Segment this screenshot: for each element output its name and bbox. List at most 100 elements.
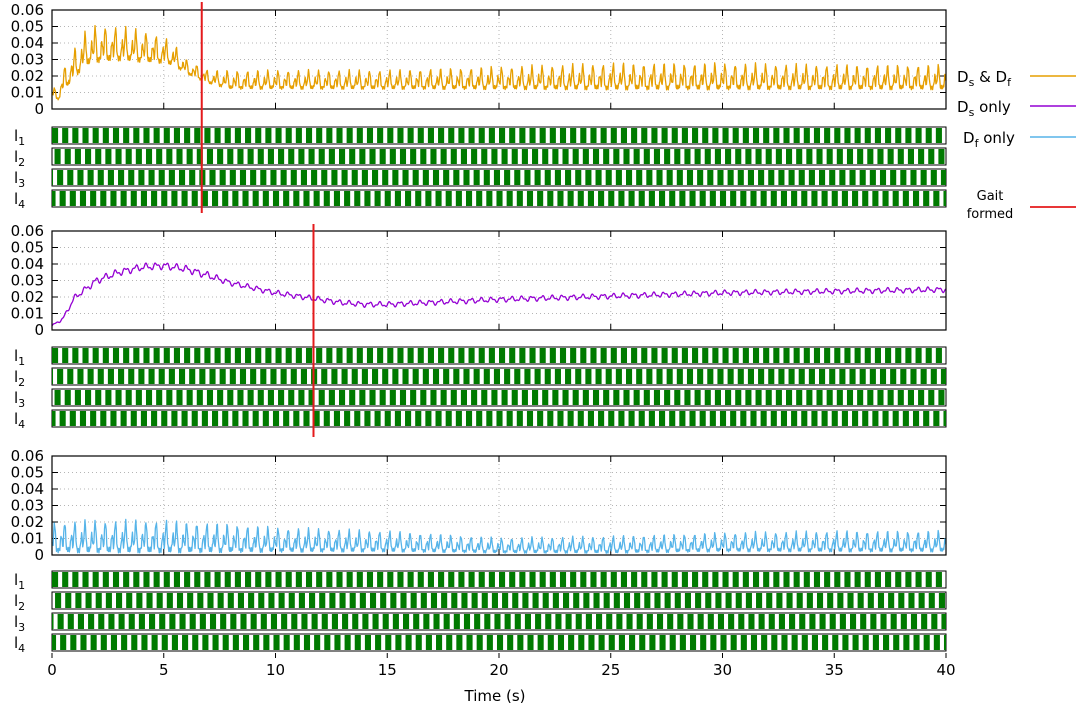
gait-stance-block — [227, 149, 234, 164]
gait-stance-block — [468, 128, 475, 143]
gait-stance-block — [709, 191, 716, 206]
gait-stance-block — [756, 593, 763, 608]
gait-stance-block — [361, 170, 368, 185]
gait-stance-block — [100, 191, 107, 206]
gait-stance-block — [631, 348, 638, 363]
gait-stance-block — [773, 128, 780, 143]
gait-stance-block — [239, 369, 247, 384]
gait-stance-block — [854, 128, 861, 143]
gait-stance-block — [854, 348, 861, 363]
gait-stance-block — [105, 149, 112, 164]
gait-stance-block — [493, 369, 501, 384]
gait-stance-block — [780, 411, 788, 426]
gait-stance-block — [323, 191, 330, 206]
gait-stance-block — [420, 149, 427, 164]
gait-stance-block — [514, 614, 521, 629]
gait-stance-block — [372, 614, 379, 629]
gait-stance-block — [153, 348, 160, 363]
gait-stance-block — [313, 191, 320, 206]
gait-stance-block — [229, 170, 236, 185]
gait-stance-block — [486, 191, 493, 206]
gait-stance-block — [432, 369, 440, 384]
gait-stance-block — [118, 369, 125, 384]
gait-stance-block — [554, 369, 561, 384]
gait-stance-block — [740, 191, 747, 206]
gait-stance-block — [684, 593, 692, 608]
gait-stance-block — [412, 369, 419, 384]
gait-stance-block — [62, 348, 69, 363]
gait-stance-block — [77, 369, 84, 384]
gait-stance-block — [79, 411, 87, 426]
gait-stance-block — [194, 348, 201, 363]
gait-stance-block — [636, 614, 643, 629]
gait-stance-block — [438, 348, 445, 363]
gait-stance-block — [692, 128, 699, 143]
gait-stance-block — [230, 614, 237, 629]
gait-stance-block — [882, 191, 889, 206]
gait-stance-block — [700, 635, 707, 650]
gait-stance-block — [768, 369, 775, 384]
gait-stance-block — [923, 191, 930, 206]
gait-stance-block — [544, 170, 551, 185]
gait-stance-block — [146, 593, 153, 608]
gait-stance-block — [143, 128, 150, 143]
gait-stance-block — [446, 635, 453, 650]
gait-stance-block — [732, 348, 739, 363]
gait-stance-block — [532, 149, 539, 164]
gait-stance-block — [903, 635, 910, 650]
gait-stance-block — [181, 411, 188, 426]
gait-stance-block — [206, 149, 214, 164]
gait-stance-block — [867, 149, 874, 164]
gait-stance-block — [651, 348, 658, 363]
gait-stance-block — [336, 128, 343, 143]
gait-stance-block — [173, 572, 181, 587]
gait-stance-block — [64, 390, 71, 405]
gait-stance-block — [344, 191, 351, 206]
gait-stance-block — [377, 572, 384, 587]
y-tick-label: 0.04 — [11, 480, 44, 498]
gait-stance-block — [879, 170, 887, 185]
gait-stance-block — [191, 191, 198, 206]
gait-stance-block — [768, 170, 775, 185]
gait-stance-block — [131, 635, 138, 650]
gait-stance-block — [801, 191, 808, 206]
gait-stance-block — [661, 128, 668, 143]
gait-stance-block — [717, 369, 724, 384]
gait-stance-block — [669, 191, 676, 206]
gait-stance-block — [478, 128, 485, 143]
gait-stance-block — [222, 411, 229, 426]
gait-stance-block — [514, 369, 521, 384]
gait-stance-block — [491, 149, 498, 164]
gait-stance-block — [493, 170, 501, 185]
gait-stance-block — [702, 128, 709, 143]
gait-stance-block — [476, 191, 483, 206]
gait-stance-block — [592, 149, 600, 164]
grid — [52, 230, 946, 330]
gait-stance-block — [407, 348, 414, 363]
gait-stance-block — [912, 191, 920, 206]
gait-stance-block — [504, 369, 511, 384]
gait-stance-block — [85, 593, 92, 608]
gait-stance-block — [577, 191, 584, 206]
gait-stance-block — [372, 369, 379, 384]
panel-1: 00.010.020.030.040.050.06 l1l2l3l4 — [11, 1, 947, 213]
gait-stance-block — [885, 348, 892, 363]
gait-stance-block — [519, 572, 526, 587]
y-tick-label: 0.03 — [11, 497, 44, 515]
gait-stance-block — [598, 635, 605, 650]
gait-stance-block — [763, 128, 770, 143]
y-tick-label: 0.04 — [11, 255, 44, 273]
gait-stance-block — [857, 390, 864, 405]
gait-stance-block — [819, 369, 826, 384]
gait-stance-block — [676, 369, 683, 384]
gait-stance-block — [872, 191, 879, 206]
gait-stance-block — [628, 411, 635, 426]
gait-stance-block — [526, 191, 534, 206]
gait-stance-block — [217, 593, 224, 608]
gait-stance-block — [288, 390, 295, 405]
gait-stance-block — [52, 635, 57, 650]
leg-label: l1 — [14, 571, 25, 592]
gait-stance-block — [173, 348, 181, 363]
gait-stance-block — [456, 635, 463, 650]
gait-stance-block — [272, 191, 280, 206]
